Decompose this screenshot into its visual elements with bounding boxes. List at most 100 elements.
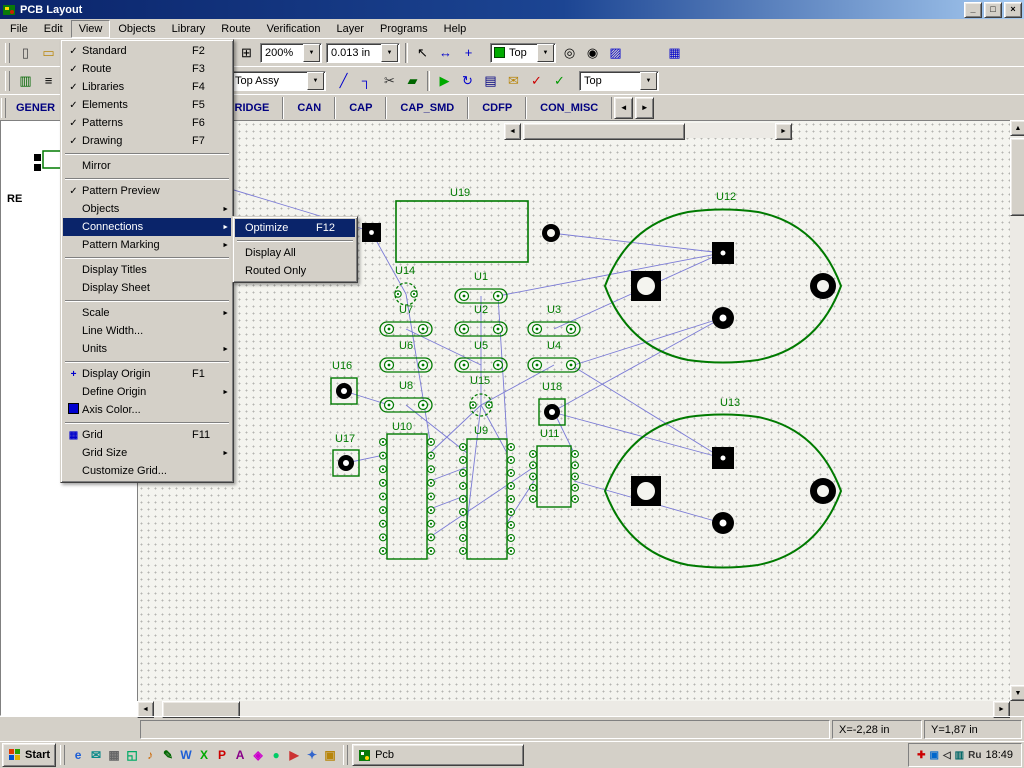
view-menu-item-standard[interactable]: ✓ Standard F2 (63, 42, 231, 60)
pattern-editor-icon[interactable]: ▥ (14, 70, 37, 92)
net-tool-icon[interactable]: ╱ (332, 70, 355, 92)
horizontal-scrollbar[interactable]: ◄ ► (137, 701, 1010, 718)
component-U12[interactable] (603, 208, 843, 364)
cut-tool-icon[interactable]: ✂ (378, 70, 401, 92)
dropdown-arrow-icon[interactable]: ▼ (537, 43, 554, 62)
dropdown-arrow-icon[interactable]: ▼ (303, 43, 320, 62)
menu-view[interactable]: View (70, 19, 111, 38)
toolbar-grip[interactable] (5, 70, 10, 91)
close-button[interactable]: × (1004, 1, 1022, 18)
minimize-button[interactable]: _ (964, 1, 982, 18)
drc-icon[interactable]: ✓ (525, 70, 548, 92)
start-button[interactable]: Start (2, 743, 57, 767)
view-menu-item-display-sheet[interactable]: Display Sheet (63, 279, 231, 297)
board-canvas[interactable]: U19 U12 U13 U14 U1 U7 U2 U3 U6 U5 U4 U16 U8 U15 U18 U17… (137, 120, 1010, 701)
vertical-scroll-thumb[interactable] (1010, 138, 1024, 216)
pan-left-arrow-icon[interactable]: ◄ (504, 123, 521, 140)
menu-file[interactable]: File (2, 20, 36, 38)
menu-help[interactable]: Help (436, 20, 475, 38)
word-icon[interactable]: W (177, 745, 195, 765)
view-menu-item-objects[interactable]: Objects ► (63, 200, 231, 218)
grid-icon[interactable]: ▦ (663, 42, 686, 64)
view-menu-item-pattern-preview[interactable]: ✓ Pattern Preview (63, 182, 231, 200)
view-menu-item-mirror[interactable]: Mirror (63, 157, 231, 175)
task-button-pcb[interactable]: Pcb (352, 744, 525, 766)
menu-route[interactable]: Route (213, 20, 258, 38)
verify-icon[interactable]: ✓ (548, 70, 571, 92)
export-icon[interactable]: ▤ (479, 70, 502, 92)
view-menu-item-grid[interactable]: ▦ Grid F11 (63, 426, 231, 444)
pan-scrollbar[interactable]: ◄ ► (504, 123, 792, 140)
photo-icon[interactable]: ◈ (249, 745, 267, 765)
component-U16[interactable] (330, 377, 358, 405)
ie-icon[interactable]: e (69, 745, 87, 765)
vertical-scrollbar[interactable]: ▲ ▼ (1010, 120, 1024, 701)
connections-submenu-item-optimize[interactable]: Optimize F12 (235, 219, 355, 237)
toolbar-grip[interactable] (1, 97, 6, 118)
menu-objects[interactable]: Objects (110, 20, 163, 38)
measure-icon[interactable]: ↔ (434, 42, 457, 64)
volume-icon[interactable]: ◁ (943, 750, 951, 761)
dropdown-arrow-icon[interactable]: ▼ (640, 71, 657, 90)
view-menu-item-display-titles[interactable]: Display Titles (63, 261, 231, 279)
pointer-icon[interactable]: ↖ (411, 42, 434, 64)
pattern-tab-cap[interactable]: CAP (335, 96, 387, 119)
view-menu-item-scale[interactable]: Scale ► (63, 304, 231, 322)
view-menu-item-define-origin[interactable]: Define Origin ► (63, 383, 231, 401)
dropdown-arrow-icon[interactable]: ▼ (381, 43, 398, 62)
zoom-combo[interactable]: 200% ▼ (260, 42, 322, 63)
access-icon[interactable]: A (231, 745, 249, 765)
via-icon[interactable]: ◎ (558, 42, 581, 64)
connections-submenu-item-routed-only[interactable]: Routed Only (235, 262, 355, 280)
tabs-scroll-right-icon[interactable]: ► (635, 96, 655, 119)
folder-icon[interactable]: ▣ (321, 745, 339, 765)
display-icon[interactable]: ▣ (930, 750, 939, 761)
copper-pour-icon[interactable]: ▰ (401, 70, 424, 92)
tools-icon[interactable]: ✦ (303, 745, 321, 765)
new-icon[interactable]: ▯ (14, 42, 37, 64)
pattern-tab-cap-smd[interactable]: CAP_SMD (386, 96, 469, 119)
pattern-tab-cdfp[interactable]: CDFP (468, 96, 527, 119)
component-U11[interactable] (529, 445, 579, 508)
chat-icon[interactable]: ● (267, 745, 285, 765)
origin-icon[interactable]: + (457, 42, 480, 64)
view-menu-item-connections[interactable]: Connections ► (63, 218, 231, 236)
menu-programs[interactable]: Programs (372, 20, 436, 38)
view-menu-item-units[interactable]: Units ► (63, 340, 231, 358)
view-menu-item-customize-grid[interactable]: Customize Grid... (63, 462, 231, 480)
pattern-tab-con-misc[interactable]: CON_MISC (526, 96, 613, 119)
antivirus-icon[interactable]: ✚ (917, 750, 925, 761)
view-menu-item-line-width[interactable]: Line Width... (63, 322, 231, 340)
view-menu-item-axis-color[interactable]: Axis Color... (63, 401, 231, 419)
component-list-icon[interactable]: ≡ (37, 70, 60, 92)
toolbar-grip[interactable] (5, 42, 10, 63)
component-U10[interactable] (379, 433, 435, 560)
view-menu-item-drawing[interactable]: ✓ Drawing F7 (63, 132, 231, 150)
layer-combo[interactable]: Top ▼ (490, 42, 556, 63)
menu-edit[interactable]: Edit (36, 20, 71, 38)
component-U18[interactable] (538, 398, 566, 426)
menu-library[interactable]: Library (164, 20, 214, 38)
excel-icon[interactable]: X (195, 745, 213, 765)
view-menu-item-grid-size[interactable]: Grid Size ► (63, 444, 231, 462)
view-menu-item-libraries[interactable]: ✓ Libraries F4 (63, 78, 231, 96)
open-icon[interactable]: ▭ (37, 42, 60, 64)
powerpoint-icon[interactable]: P (213, 745, 231, 765)
zoom-fit-icon[interactable]: ⊞ (235, 42, 258, 64)
view-menu-item-patterns[interactable]: ✓ Patterns F6 (63, 114, 231, 132)
dropdown-arrow-icon[interactable]: ▼ (307, 71, 324, 90)
autoroute-play-icon[interactable]: ▶ (433, 70, 456, 92)
assembly-combo[interactable]: Top Assy ▼ (230, 70, 326, 91)
update-icon[interactable]: ↻ (456, 70, 479, 92)
mail-icon[interactable]: ✉ (87, 745, 105, 765)
pan-right-arrow-icon[interactable]: ► (775, 123, 792, 140)
pan-scroll-thumb[interactable] (523, 123, 685, 140)
grid_step-combo[interactable]: 0.013 in ▼ (326, 42, 400, 63)
scroll-down-icon[interactable]: ▼ (1010, 685, 1024, 701)
tabs-scroll-left-icon[interactable]: ◄ (614, 96, 634, 119)
view-menu-item-pattern-marking[interactable]: Pattern Marking ► (63, 236, 231, 254)
mail-icon[interactable]: ✉ (502, 70, 525, 92)
network-icon[interactable]: ▥ (955, 750, 964, 761)
media-icon[interactable]: ♪ (141, 745, 159, 765)
maximize-button[interactable]: □ (984, 1, 1002, 18)
